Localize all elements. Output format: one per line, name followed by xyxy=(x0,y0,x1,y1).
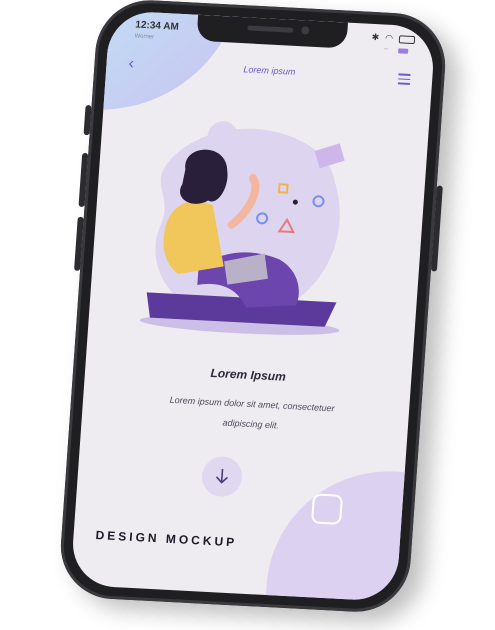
home-button-icon[interactable] xyxy=(310,493,344,525)
status-time: 12:34 AM xyxy=(134,19,180,33)
content-heading: Lorem Ipsum xyxy=(210,365,287,384)
content-body: Lorem ipsum dolor sit amet, consectetuer… xyxy=(121,387,381,440)
design-mockup-label: DESIGN MOCKUP xyxy=(95,528,238,550)
signal-icon: ◦◦ xyxy=(383,46,389,53)
status-carrier: Worner xyxy=(134,33,155,41)
mockup-stage: 12:34 AM Worner ✱ ◠ ◦◦ ‹ Lorem ipsum Lor… xyxy=(0,0,495,630)
phone-body: 12:34 AM Worner ✱ ◠ ◦◦ ‹ Lorem ipsum Lor… xyxy=(57,0,449,615)
hamburger-menu-icon[interactable] xyxy=(397,73,411,87)
phone-screen: 12:34 AM Worner ✱ ◠ ◦◦ ‹ Lorem ipsum Lor… xyxy=(70,10,436,602)
mute-switch xyxy=(83,104,92,136)
speaker xyxy=(247,25,294,33)
mail-icon xyxy=(314,143,345,169)
volume-up-button xyxy=(78,152,89,208)
status-icons: ✱ ◠ xyxy=(371,31,416,45)
power-button xyxy=(430,185,443,272)
bluetooth-icon: ✱ xyxy=(371,31,380,43)
front-camera xyxy=(301,26,310,35)
arrow-down-icon xyxy=(216,468,228,484)
wifi-icon: ◠ xyxy=(384,32,394,43)
battery-icon xyxy=(398,34,416,44)
mini-battery-icon xyxy=(398,47,409,54)
bottom-right-blob xyxy=(263,465,436,602)
scroll-down-button[interactable] xyxy=(200,455,244,498)
status-icons-secondary: ◦◦ xyxy=(384,47,409,54)
illustration xyxy=(139,121,345,335)
volume-down-button xyxy=(74,216,84,271)
